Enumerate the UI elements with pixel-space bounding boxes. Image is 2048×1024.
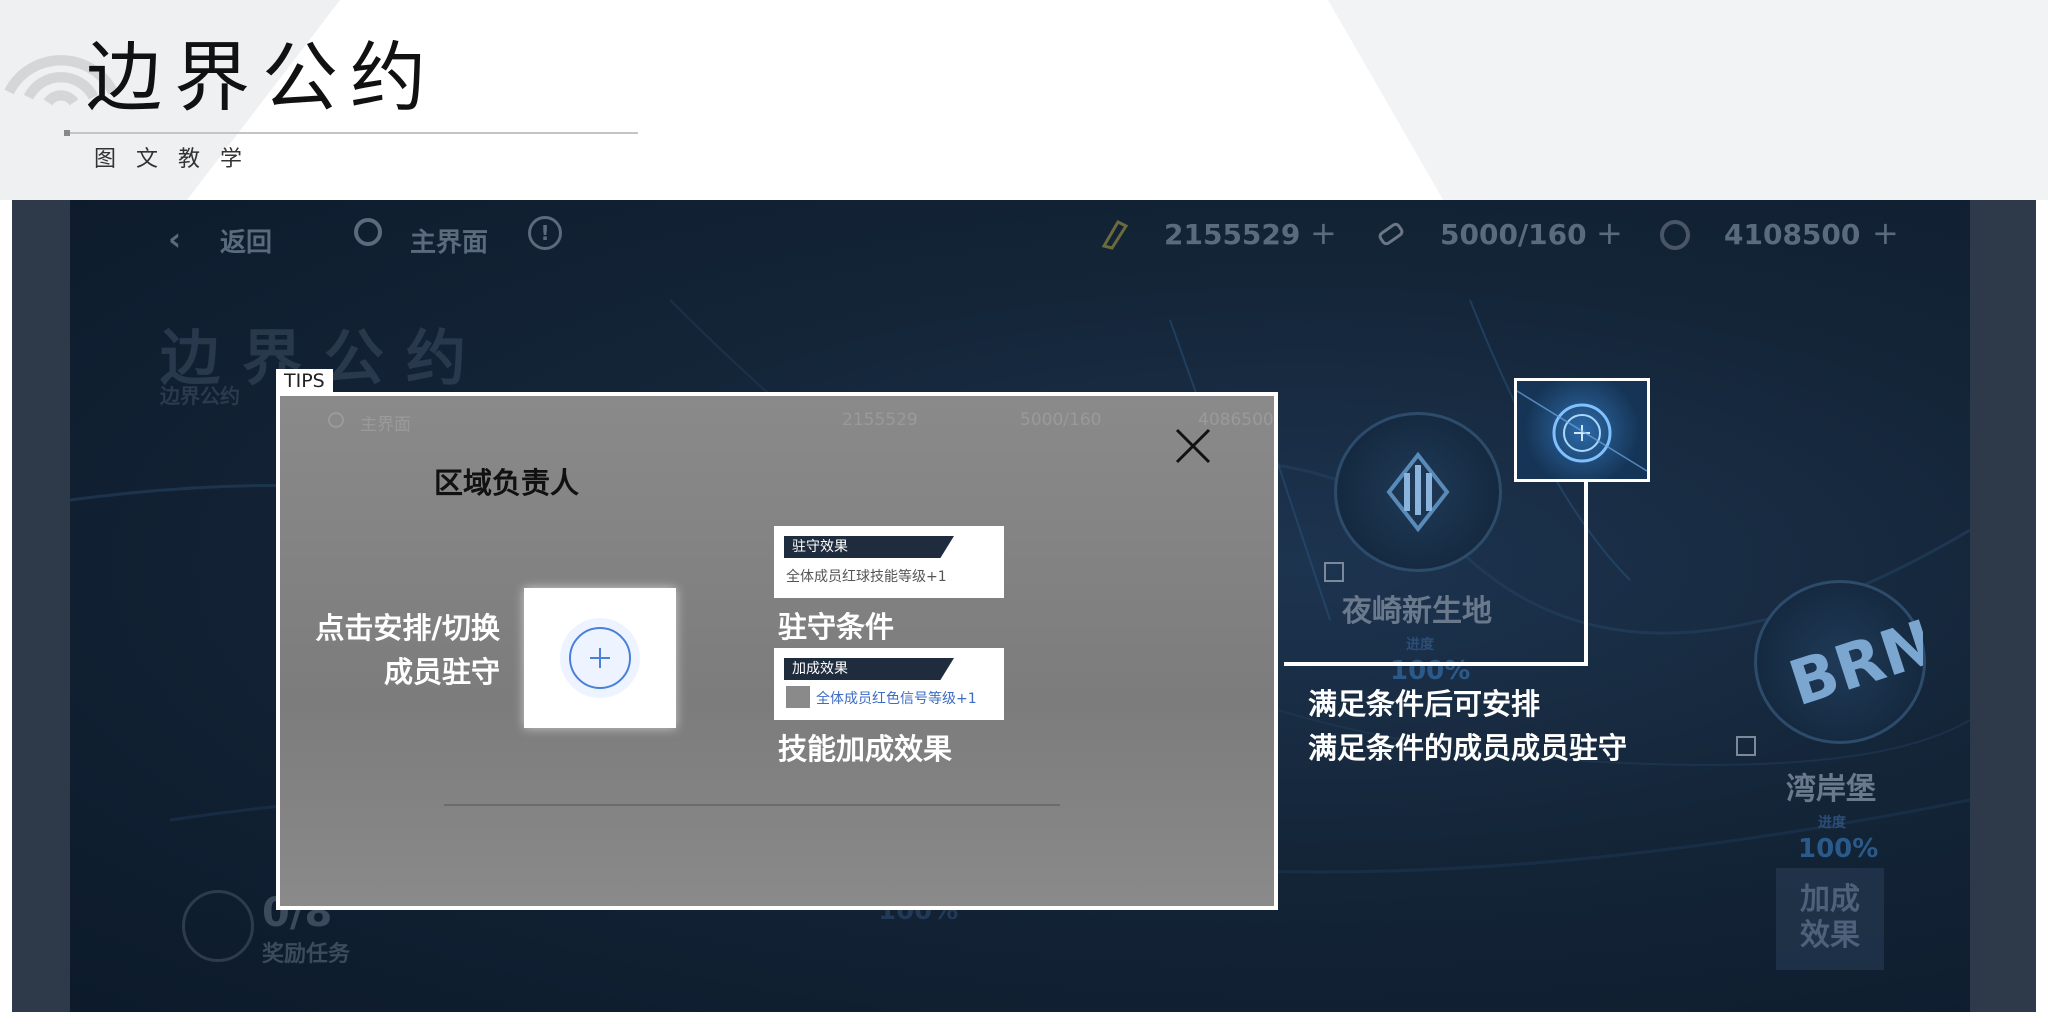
node-yeqi-emblem[interactable]: [1334, 412, 1502, 572]
bonus-effect-tag: 加成效果: [784, 658, 954, 680]
tips-instruction: 点击安排/切换成员驻守: [315, 611, 500, 689]
garrison-effect-text: 全体成员红球技能等级+1: [786, 569, 947, 585]
coin-icon: [1660, 220, 1690, 250]
header-decor-right: [1328, 0, 2048, 200]
ghost-home-label: 主界面: [360, 415, 411, 435]
reward-label[interactable]: 奖励任务: [262, 936, 350, 968]
signal-skill-icon: [786, 686, 810, 708]
garrison-slot-highlight[interactable]: [1514, 378, 1650, 482]
resource-coin-value: 4108500: [1724, 218, 1861, 251]
underline-dot: [64, 130, 70, 136]
home-icon[interactable]: [354, 218, 382, 246]
node-marker-icon: [1324, 562, 1344, 582]
callout-line-1: 满足条件后可安排: [1308, 687, 1541, 721]
ghost-resource-2: 5000/160: [1020, 410, 1102, 430]
node-marker-icon: [1736, 736, 1756, 756]
close-icon[interactable]: [1173, 426, 1213, 466]
info-icon[interactable]: !: [528, 216, 562, 250]
resource-gold-value: 2155529: [1164, 218, 1301, 251]
node-wanan-name[interactable]: 湾岸堡: [1786, 764, 1876, 808]
resource-stamina-value: 5000/160: [1440, 218, 1587, 251]
node-wanan-emblem[interactable]: BRN: [1754, 580, 1943, 744]
tips-garrison-slot[interactable]: [524, 588, 676, 728]
node-wanan-progress: 100%: [1798, 834, 1879, 864]
plus-icon: [560, 618, 640, 698]
svg-text:BRN: BRN: [1781, 605, 1923, 720]
plus-icon: [1517, 390, 1647, 472]
tips-heading: 区域负责人: [434, 466, 580, 500]
bonus-effect-card: 加成效果 全体成员红色信号等级+1: [774, 648, 1004, 720]
node-yeqi-name[interactable]: 夜崎新生地: [1342, 586, 1492, 630]
garrison-condition-label: 驻守条件: [778, 610, 895, 644]
tutorial-page: 边界公约 图文教学 ‹ 返回 主界面 ! 2155529 + 5000/160 …: [0, 0, 2048, 1024]
add-stamina-button[interactable]: +: [1596, 214, 1623, 252]
callout-line-2: 满足条件的成员成员驻守: [1308, 731, 1628, 765]
emblem-icon: [1386, 451, 1450, 533]
ghost-home-icon: [328, 412, 344, 428]
bonus-effect-text: 全体成员红色信号等级+1: [816, 691, 977, 707]
garrison-effect-card: 驻守效果 全体成员红球技能等级+1: [774, 526, 1004, 598]
game-subtitle: 边界公约: [160, 384, 240, 408]
skill-bonus-label: 技能加成效果: [778, 732, 953, 766]
bonus-effect-button[interactable]: 加成效果: [1776, 868, 1884, 970]
back-button[interactable]: 返回: [220, 222, 272, 259]
callout-connector-horizontal: [1284, 662, 1588, 666]
tips-divider: [444, 804, 1060, 806]
top-bar: ‹ 返回 主界面 ! 2155529 + 5000/160 + 4108500 …: [70, 200, 1970, 270]
node-wanan-progress-label: 进度: [1818, 815, 1846, 831]
bonus-effect-label: 加成效果: [1800, 882, 1860, 953]
page-subtitle: 图文教学: [94, 147, 263, 172]
add-gold-button[interactable]: +: [1310, 214, 1337, 252]
reward-box-icon[interactable]: [182, 890, 254, 962]
page-title: 边界公约: [86, 33, 438, 122]
add-coin-button[interactable]: +: [1872, 214, 1899, 252]
back-icon[interactable]: ‹: [168, 220, 181, 258]
home-button[interactable]: 主界面: [410, 222, 488, 259]
tips-panel: 主界面 2155529 5000/160 4086500 区域负责人 点击安排/…: [276, 392, 1278, 910]
gold-bar-icon: [1098, 218, 1132, 250]
node-yeqi-progress-label: 进度: [1406, 637, 1434, 653]
stamina-icon: [1374, 218, 1408, 250]
garrison-effect-tag: 驻守效果: [784, 536, 954, 558]
emblem-icon: BRN: [1781, 605, 1943, 720]
callout-connector-vertical: [1584, 482, 1588, 666]
title-underline: [64, 132, 638, 134]
ghost-resource-1: 2155529: [842, 410, 918, 430]
tips-tag: TIPS: [276, 369, 333, 393]
callout-text: 满足条件后可安排 满足条件的成员成员驻守: [1308, 682, 1627, 770]
